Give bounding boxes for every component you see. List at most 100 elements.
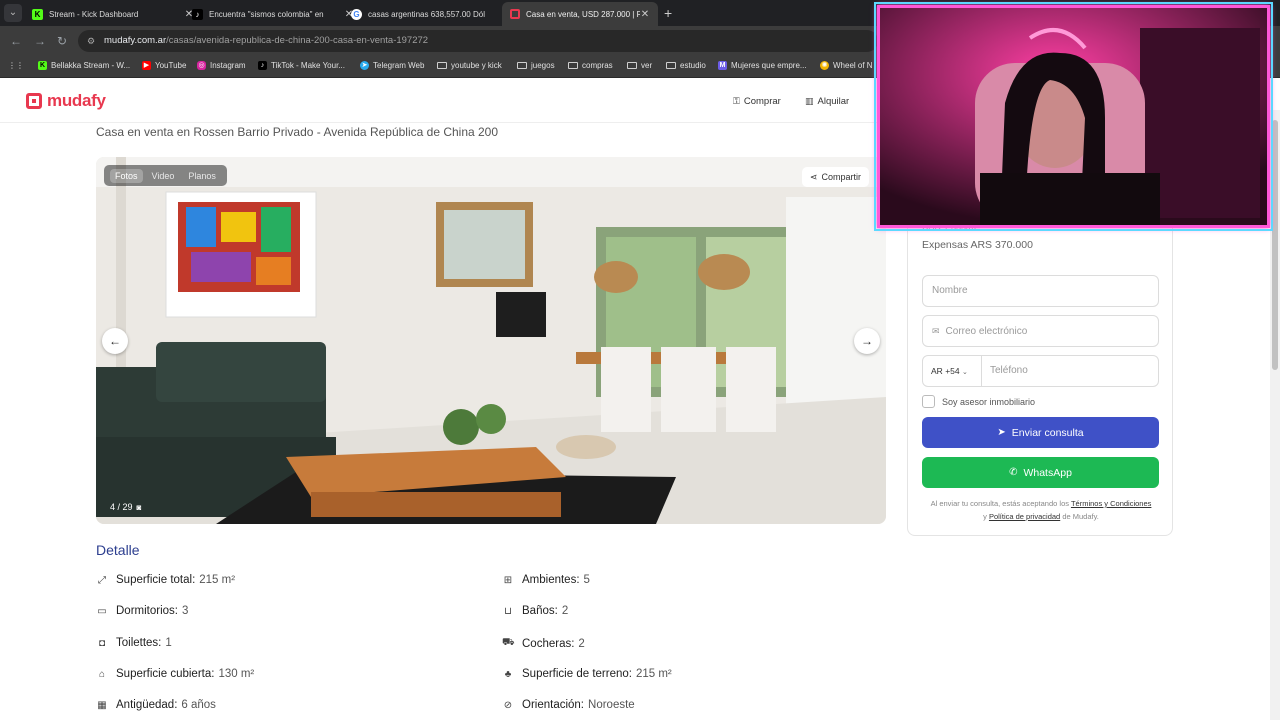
folder-icon (627, 62, 637, 69)
nav-comprar[interactable]: ⚿ Comprar (733, 96, 781, 107)
toilet-icon: ◘ (98, 637, 106, 649)
arrow-right-icon: → (861, 334, 873, 348)
email-placeholder: Correo electrónico (945, 326, 1028, 337)
browser-tab[interactable]: K Stream - Kick Dashboard ✕ (24, 2, 202, 26)
terms-mid: y (983, 512, 987, 521)
tab-title: Encuentra "sismos colombia" en (209, 9, 324, 19)
bookmark-item[interactable]: ♪ TikTok - Make Your... (258, 61, 345, 70)
browser-tab-active[interactable]: Casa en venta, USD 287.000 | Ro ✕ (502, 2, 658, 26)
detalle-heading: Detalle (96, 542, 140, 558)
bookmark-item[interactable]: ▶ YouTube (142, 61, 186, 70)
page-scrollbar[interactable] (1270, 110, 1280, 720)
feature-banos: ⊔ Baños: 2 (502, 605, 568, 617)
phone-field[interactable]: AR +54 ⌄ Teléfono (922, 355, 1159, 387)
feature-antiguedad: ▦ Antigüedad: 6 años (96, 699, 216, 711)
tab-video[interactable]: Video (147, 169, 180, 183)
bookmark-label: YouTube (155, 61, 187, 70)
bookmark-folder[interactable]: estudio (666, 61, 706, 70)
feature-label: Cocheras: (522, 637, 575, 650)
compass-icon: ⊘ (503, 699, 513, 711)
feature-value: 215 m² (635, 668, 672, 680)
bookmark-label: Mujeres que empre... (731, 61, 807, 70)
nav-alquilar[interactable]: ▥ Alquilar (805, 96, 849, 107)
email-field[interactable]: ✉ Correo electrónico (922, 315, 1159, 347)
bookmark-label: youtube y kick (451, 61, 502, 70)
back-arrow-icon[interactable]: ← (10, 34, 22, 48)
feature-value: 5 (583, 574, 590, 586)
tab-search-button[interactable]: ⌄ (4, 4, 22, 22)
folder-icon (568, 62, 578, 69)
dial-code: +54 (945, 366, 960, 376)
envelope-icon: ✉ (932, 326, 940, 336)
reload-icon[interactable]: ↻ (57, 34, 67, 48)
kick-icon: K (38, 61, 47, 70)
grid-icon: ⊞ (503, 574, 513, 586)
feature-label: Baños: (522, 605, 558, 617)
bookmark-item[interactable]: ◎ Instagram (197, 61, 246, 70)
bookmark-label: Telegram Web (373, 61, 425, 70)
share-button[interactable]: ⋖ Compartir (802, 167, 870, 187)
tab-title: Stream - Kick Dashboard (49, 9, 139, 19)
browser-tab[interactable]: ♪ Encuentra "sismos colombia" en ✕ (184, 2, 362, 26)
key-icon: ⚿ (733, 96, 740, 106)
url-site: mudafy.com.ar (104, 35, 167, 46)
whatsapp-button[interactable]: ✆ WhatsApp (922, 457, 1159, 488)
share-label: Compartir (821, 172, 862, 182)
phone-placeholder: Teléfono (990, 365, 1028, 376)
name-field[interactable]: Nombre (922, 275, 1159, 307)
site-info-icon[interactable]: ⚙ (87, 30, 95, 52)
phone-country-select[interactable]: AR +54 ⌄ (923, 356, 982, 386)
bookmark-folder[interactable]: compras (568, 61, 613, 70)
instagram-icon: ◎ (197, 61, 206, 70)
feature-label: Dormitorios: (116, 605, 178, 617)
youtube-icon: ▶ (142, 61, 151, 70)
feature-orientacion: ⊘ Orientación: Noroeste (502, 699, 635, 711)
country-code: AR (931, 366, 943, 376)
tab-planos[interactable]: Planos (183, 169, 221, 183)
expensas-text: Expensas ARS 370.000 (922, 239, 1033, 251)
bookmark-folder[interactable]: ver (627, 61, 652, 70)
name-placeholder: Nombre (932, 285, 968, 296)
scrollbar-thumb[interactable] (1272, 120, 1278, 370)
expand-icon: ⤢ (98, 574, 106, 586)
terms-link[interactable]: Términos y Condiciones (1071, 499, 1151, 508)
terms-notice: Al enviar tu consulta, estás aceptando l… (916, 497, 1166, 523)
feature-value: 1 (165, 637, 172, 649)
building-icon: ▥ (805, 96, 814, 106)
browser-tab[interactable]: G casas argentinas 638,557.00 Dól ✕ (343, 2, 521, 26)
m-icon: M (718, 61, 727, 70)
close-tab-icon[interactable]: ✕ (640, 9, 650, 20)
logo-text: mudafy (47, 91, 106, 110)
bookmark-item[interactable]: ✺ Wheel of N (820, 61, 873, 70)
bookmark-folder[interactable]: youtube y kick (437, 61, 502, 70)
photo-gallery[interactable]: Fotos Video Planos ⋖ Compartir ← → 4 / 29… (96, 157, 886, 524)
mudafy-logo[interactable]: mudafy (26, 91, 106, 111)
living-room-photo (96, 157, 886, 524)
send-inquiry-button[interactable]: ➤ Enviar consulta (922, 417, 1159, 448)
new-tab-icon[interactable]: + (664, 5, 672, 21)
bookmark-item[interactable]: M Mujeres que empre... (718, 61, 807, 70)
bookmark-item[interactable]: ➤ Telegram Web (360, 61, 424, 70)
bookmark-label: juegos (531, 61, 555, 70)
feature-label: Toilettes: (116, 637, 162, 649)
terms-prefix: Al enviar tu consulta, estás aceptando l… (930, 499, 1069, 508)
agent-checkbox[interactable] (922, 395, 935, 408)
forward-arrow-icon[interactable]: → (34, 34, 46, 48)
next-photo-button[interactable]: → (854, 328, 880, 354)
camera-icon: ◙ (136, 502, 142, 512)
bookmark-item[interactable]: K Bellakka Stream - W... (38, 61, 130, 70)
url-path: /casas/avenida-republica-de-china-200-ca… (166, 35, 429, 46)
prev-photo-button[interactable]: ← (102, 328, 128, 354)
tab-fotos[interactable]: Fotos (110, 168, 143, 183)
bookmark-label: Bellakka Stream - W... (51, 61, 131, 70)
tiktok-icon: ♪ (258, 61, 267, 70)
url-input[interactable]: ⚙ mudafy.com.ar/casas/avenida-republica-… (78, 30, 878, 52)
apps-grid-icon[interactable]: ⋮⋮ (8, 61, 24, 70)
folder-icon (517, 62, 527, 69)
bookmark-folder[interactable]: juegos (517, 61, 555, 70)
nav-label: Comprar (743, 96, 781, 107)
bookmark-label: Wheel of N (833, 61, 873, 70)
agent-checkbox-row[interactable]: Soy asesor inmobiliario (922, 395, 1035, 408)
privacy-link[interactable]: Política de privacidad (989, 512, 1060, 521)
plant-icon: ♣ (504, 668, 512, 680)
